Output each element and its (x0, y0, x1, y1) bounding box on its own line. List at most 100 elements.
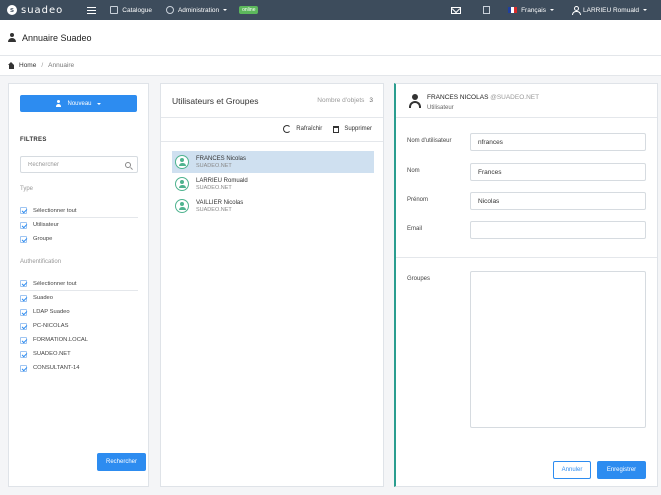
user-icon (572, 6, 581, 15)
auth-consultant-14[interactable]: CONSULTANT-14 (20, 361, 138, 375)
checkbox[interactable] (20, 294, 27, 302)
checkbox-label: SUADEO.NET (33, 351, 71, 357)
mail-icon[interactable] (451, 6, 462, 14)
checkbox[interactable] (20, 207, 27, 214)
add-user-icon (56, 100, 63, 107)
type-groupe[interactable]: Groupe (20, 232, 138, 246)
firstname-label: Prénom (407, 197, 429, 203)
language-selector[interactable]: Français (508, 7, 554, 14)
filter-search-input[interactable] (28, 161, 118, 168)
trash-icon (333, 125, 340, 133)
auth-section-label: Authentification (20, 259, 62, 265)
catalogue-icon (110, 6, 119, 14)
breadcrumb-separator: / (41, 62, 44, 69)
checkbox-label: Suadeo (33, 295, 53, 301)
list-header: Utilisateurs et Groupes Nombre d'objets … (161, 84, 383, 118)
user-menu[interactable]: LARRIEU Romuald (572, 6, 647, 15)
search-icon[interactable] (125, 161, 131, 168)
user-icon (409, 94, 421, 108)
chevron-down-icon (550, 9, 554, 11)
checkbox[interactable] (20, 322, 27, 330)
checkbox[interactable] (20, 336, 27, 344)
filters-panel: Nouveau FILTRES Type Sélectionner tout U… (8, 83, 149, 487)
checkbox[interactable] (20, 308, 27, 316)
language-label: Français (521, 6, 546, 14)
directory-icon (8, 33, 17, 42)
user-avatar-icon (175, 155, 189, 169)
filter-search-box (20, 156, 138, 173)
checkbox[interactable] (20, 280, 27, 287)
top-navbar: s suadeo Catalogue Administration online… (0, 0, 661, 20)
detail-user-type: Utilisateur (427, 105, 454, 111)
item-name: FRANCES Nicolas (196, 155, 247, 162)
status-badge: online (239, 6, 259, 14)
firstname-field[interactable]: Nicolas (470, 192, 646, 210)
nav-catalogue[interactable]: Catalogue (110, 6, 152, 14)
user-avatar-icon (175, 177, 189, 191)
divider (161, 141, 383, 142)
nav-administration[interactable]: Administration (165, 6, 228, 14)
logo-icon: s (7, 5, 17, 15)
detail-domain: @SUADEO.NET (490, 94, 540, 101)
calculator-icon[interactable] (483, 6, 491, 14)
email-field[interactable] (470, 221, 646, 239)
administration-icon (165, 6, 174, 14)
object-count-label: Nombre d'objets (317, 97, 365, 104)
list-title: Utilisateurs et Groupes (172, 95, 259, 106)
auth-suadeo-net[interactable]: SUADEO.NET (20, 347, 138, 361)
checkbox[interactable] (20, 350, 27, 358)
save-button[interactable]: Enregistrer (597, 461, 646, 479)
divider (396, 257, 657, 258)
auth-ldap-suadeo[interactable]: LDAP Suadeo (20, 305, 138, 319)
type-utilisateur[interactable]: Utilisateur (20, 218, 138, 232)
directory-list-panel: Utilisateurs et Groupes Nombre d'objets … (160, 83, 384, 487)
list-item[interactable]: LARRIEU Romuald SUADEO.NET (172, 173, 374, 195)
refresh-button[interactable]: Rafraîchir (283, 125, 322, 133)
checkbox-label: Sélectionner tout (33, 280, 77, 287)
delete-label: Supprimer (344, 126, 372, 132)
lastname-label: Nom (407, 168, 420, 174)
brand-logo[interactable]: s suadeo (7, 5, 63, 16)
type-select-all[interactable]: Sélectionner tout (20, 204, 138, 218)
checkbox-label: LDAP Suadeo (33, 309, 70, 315)
detail-user-name: FRANCES NICOLAS @SUADEO.NET (427, 94, 539, 101)
checkbox[interactable] (20, 221, 27, 229)
france-flag-icon (508, 7, 518, 13)
breadcrumb-home[interactable]: Home (19, 62, 36, 69)
checkbox-label: Utilisateur (33, 222, 59, 228)
cancel-button[interactable]: Annuler (553, 461, 591, 479)
new-button[interactable]: Nouveau (20, 95, 137, 112)
delete-button[interactable]: Supprimer (333, 125, 372, 133)
username-label: Nom d'utilisateur (407, 138, 452, 144)
list-item[interactable]: VAILLIER Nicolas SUADEO.NET (172, 195, 374, 217)
home-icon[interactable] (8, 61, 15, 69)
item-name: VAILLIER Nicolas (196, 199, 244, 206)
filters-title: FILTRES (20, 137, 47, 143)
list-toolbar: Rafraîchir Supprimer (161, 122, 383, 136)
menu-icon[interactable] (87, 6, 97, 14)
lastname-field[interactable]: Frances (470, 163, 646, 181)
chevron-down-icon (96, 102, 101, 105)
item-name: LARRIEU Romuald (196, 177, 248, 184)
search-button[interactable]: Rechercher (97, 453, 146, 471)
item-domain: SUADEO.NET (196, 184, 232, 191)
refresh-label: Rafraîchir (296, 126, 323, 132)
nav-administration-label: Administration (177, 6, 220, 14)
groups-field[interactable] (470, 271, 646, 428)
checkbox[interactable] (20, 364, 27, 372)
item-domain: SUADEO.NET (196, 206, 232, 213)
page-title: Annuaire Suadeo (22, 32, 92, 43)
checkbox-label: Sélectionner tout (33, 207, 77, 214)
checkbox-label: Groupe (33, 236, 53, 242)
object-count: 3 (369, 97, 373, 104)
auth-pc-nicolas[interactable]: PC-NICOLAS (20, 319, 138, 333)
new-button-label: Nouveau (67, 100, 92, 107)
auth-select-all[interactable]: Sélectionner tout (20, 277, 138, 291)
list-item[interactable]: FRANCES Nicolas SUADEO.NET (172, 151, 374, 173)
auth-formation-local[interactable]: FORMATION.LOCAL (20, 333, 138, 347)
user-avatar-icon (175, 199, 189, 213)
username-field[interactable]: nfrances (470, 133, 646, 151)
auth-suadeo[interactable]: Suadeo (20, 291, 138, 305)
checkbox[interactable] (20, 235, 27, 243)
breadcrumb: Home / Annuaire (0, 56, 661, 76)
